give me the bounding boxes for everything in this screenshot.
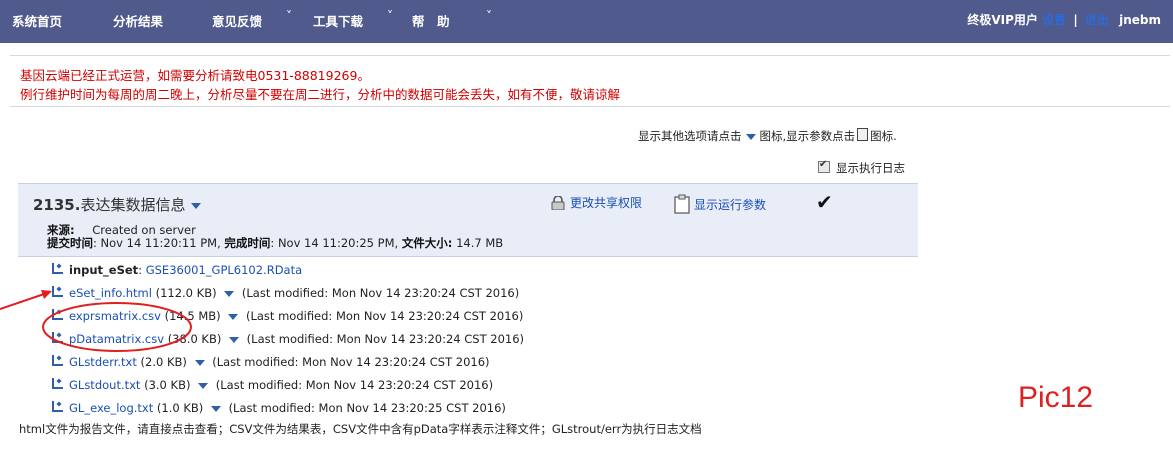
annotation-arrow-head bbox=[41, 290, 52, 299]
annotation-ellipse bbox=[42, 302, 192, 352]
annotation-overlay bbox=[0, 290, 192, 352]
annotation-arrow-line bbox=[0, 291, 51, 310]
